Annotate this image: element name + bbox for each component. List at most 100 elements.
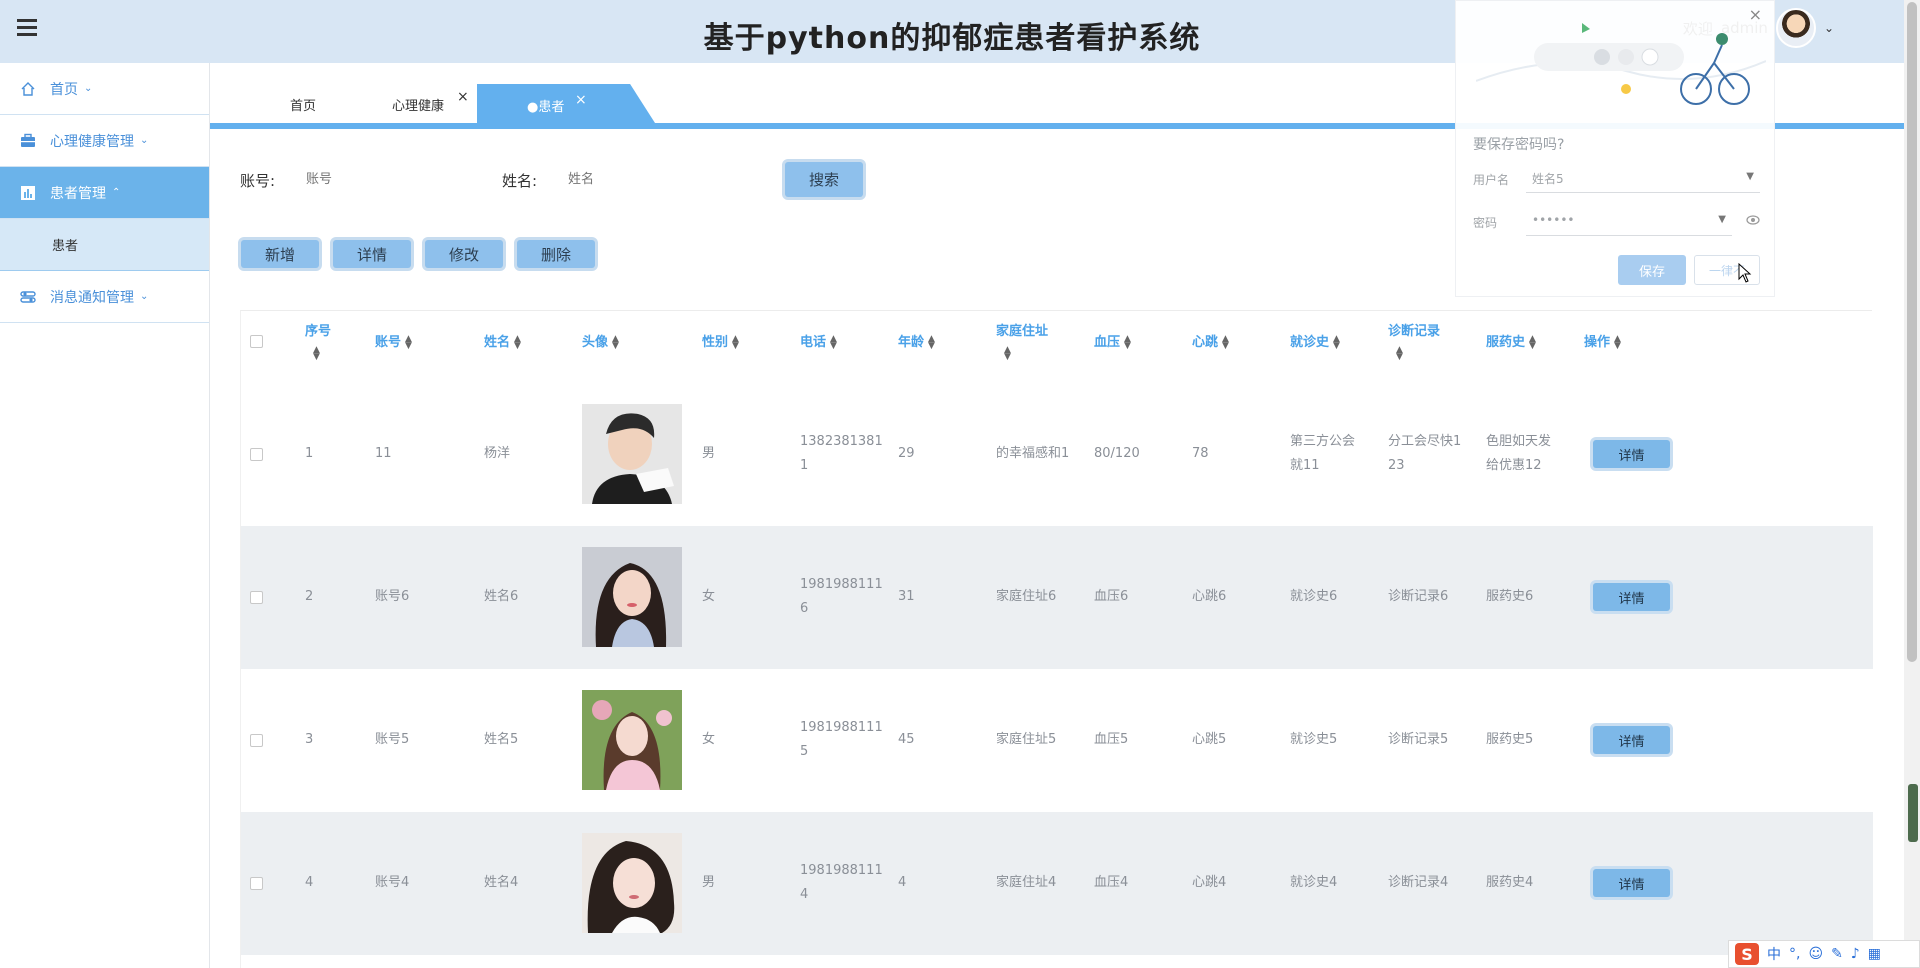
cell-index: 2: [305, 589, 314, 604]
row-detail-button[interactable]: 详情: [1593, 726, 1670, 754]
cell-text: 5: [800, 744, 809, 759]
sidebar-item-patient-management[interactable]: 患者管理 ⌃: [0, 167, 209, 219]
ime-mode-toggle[interactable]: 中: [1767, 944, 1781, 964]
sort-icon[interactable]: ▲ ▼: [1614, 334, 1621, 350]
sort-icon[interactable]: ▲ ▼: [928, 334, 935, 350]
emoji-icon[interactable]: ☺: [1808, 946, 1823, 962]
sidebar-item-mental-health[interactable]: 心理健康管理 ⌄: [0, 115, 209, 167]
avatar[interactable]: [1775, 8, 1816, 48]
sort-icon[interactable]: ▲ ▼: [1529, 334, 1536, 350]
column-header-medication[interactable]: 服药史 ▲ ▼: [1486, 332, 1536, 354]
add-button[interactable]: 新增: [241, 240, 319, 268]
dropdown-arrow-icon[interactable]: ▼: [1746, 171, 1754, 182]
eye-icon[interactable]: [1746, 215, 1760, 225]
search-button[interactable]: 搜索: [785, 162, 863, 197]
cell-age: 4: [898, 875, 907, 890]
row-checkbox[interactable]: [250, 877, 263, 890]
edit-button[interactable]: 修改: [425, 240, 503, 268]
sidebar-item-label: 心理健康管理: [50, 133, 134, 150]
table-row[interactable]: 3 账号5 姓名5 女 1981988111 5 45 家庭住址5 血压5 心跳5…: [241, 669, 1873, 812]
sogou-logo-icon[interactable]: S: [1735, 943, 1759, 965]
row-detail-button[interactable]: 详情: [1593, 869, 1670, 897]
column-header-diagnosis[interactable]: 诊断记录 ▲ ▼: [1388, 321, 1452, 365]
patient-photo: [582, 690, 682, 790]
row-detail-button[interactable]: 详情: [1593, 583, 1670, 611]
sort-icon[interactable]: ▲ ▼: [1124, 334, 1131, 350]
side-panel-handle[interactable]: [1908, 784, 1918, 842]
microphone-icon[interactable]: ♪: [1851, 946, 1860, 962]
sort-icon[interactable]: ▲ ▼: [405, 334, 412, 350]
scrollbar-thumb[interactable]: [1907, 2, 1917, 662]
sort-icon[interactable]: ▲ ▼: [1396, 345, 1403, 361]
column-header-label: 账号: [375, 335, 402, 350]
column-header-index[interactable]: 序号 ▲ ▼: [305, 321, 335, 365]
cell-address: 家庭住址5: [996, 732, 1057, 747]
account-label: 账号:: [240, 172, 276, 190]
delete-button[interactable]: 删除: [517, 240, 595, 268]
close-icon[interactable]: ×: [575, 92, 587, 108]
sort-icon[interactable]: ▲ ▼: [612, 334, 619, 350]
column-header-age[interactable]: 年龄 ▲ ▼: [898, 332, 935, 354]
cell-text: 1: [800, 458, 809, 473]
patient-table: 序号 ▲ ▼ 账号 ▲ ▼ 姓名 ▲ ▼ 头像 ▲ ▼ 性别 ▲ ▼ 电话 ▲ ▼ 年龄 ▲ ▼ 家庭住址 ▲…: [240, 310, 1873, 968]
row-checkbox[interactable]: [250, 448, 263, 461]
cell-heartbeat: 心跳6: [1192, 589, 1227, 604]
sort-icon[interactable]: ▲ ▼: [830, 334, 837, 350]
sidebar-subitem-patient[interactable]: 患者: [0, 219, 209, 271]
select-all-checkbox[interactable]: [250, 335, 263, 348]
table-row[interactable]: 2 账号6 姓名6 女 1981988111 6 31 家庭住址6 血压6 心跳6…: [241, 526, 1873, 669]
sort-icon[interactable]: ▲ ▼: [732, 334, 739, 350]
column-header-account[interactable]: 账号 ▲ ▼: [375, 332, 412, 354]
cell-gender: 女: [702, 732, 716, 747]
table-row[interactable]: 1 11 杨洋 男 1382381381 1 29 的幸福感和1 80/120 7…: [241, 383, 1873, 526]
column-header-label: 电话: [800, 335, 827, 350]
grid-menu-icon[interactable]: ▦: [1868, 946, 1881, 962]
chevron-down-icon: ⌄: [140, 291, 149, 302]
account-search-input[interactable]: [306, 167, 456, 191]
sidebar-item-notifications[interactable]: 消息通知管理 ⌄: [0, 271, 209, 323]
column-header-heartbeat[interactable]: 心跳 ▲ ▼: [1192, 332, 1229, 354]
sort-icon[interactable]: ▲ ▼: [313, 345, 320, 361]
column-header-name[interactable]: 姓名 ▲ ▼: [484, 332, 521, 354]
column-header-phone[interactable]: 电话 ▲ ▼: [800, 332, 837, 354]
sort-icon[interactable]: ▲ ▼: [1004, 345, 1011, 361]
punctuation-icon[interactable]: °,: [1789, 946, 1800, 962]
cell-text: 色胆如天发: [1486, 434, 1552, 449]
cell-text: 4: [800, 887, 809, 902]
pen-icon[interactable]: ✎: [1831, 946, 1843, 962]
tab-home[interactable]: 首页: [290, 95, 316, 114]
sort-icon[interactable]: ▲ ▼: [514, 334, 521, 350]
tab-mental-health[interactable]: 心理健康: [392, 95, 444, 114]
row-checkbox[interactable]: [250, 734, 263, 747]
column-header-photo[interactable]: 头像 ▲ ▼: [582, 332, 619, 354]
cell-index: 1: [305, 446, 314, 461]
tab-patient[interactable]: ●患者 ×: [477, 84, 655, 123]
column-header-blood-pressure[interactable]: 血压 ▲ ▼: [1094, 332, 1131, 354]
chevron-down-icon[interactable]: ⌄: [1824, 21, 1834, 35]
detail-button[interactable]: 详情: [333, 240, 411, 268]
save-password-button[interactable]: 保存: [1618, 255, 1686, 285]
ime-toolbar[interactable]: S 中 °, ☺ ✎ ♪ ▦: [1728, 940, 1920, 968]
column-header-label: 家庭住址: [996, 324, 1049, 339]
row-checkbox[interactable]: [250, 591, 263, 604]
dropdown-arrow-icon[interactable]: ▼: [1718, 214, 1726, 225]
row-detail-button[interactable]: 详情: [1593, 440, 1670, 468]
cell-address: 的幸福感和1: [996, 446, 1070, 461]
cell-name: 姓名4: [484, 875, 519, 890]
column-header-gender[interactable]: 性别 ▲ ▼: [702, 332, 739, 354]
column-header-visit-history[interactable]: 就诊史 ▲ ▼: [1290, 332, 1340, 354]
sort-icon[interactable]: ▲ ▼: [1333, 334, 1340, 350]
column-header-address[interactable]: 家庭住址 ▲ ▼: [996, 321, 1056, 365]
sort-icon[interactable]: ▲ ▼: [1222, 334, 1229, 350]
sidebar-item-home[interactable]: 首页 ⌄: [0, 63, 209, 115]
table-row[interactable]: 4 账号4 姓名4 男 1981988111 4 4 家庭住址4 血压4 心跳4 …: [241, 812, 1873, 955]
name-search-input[interactable]: [568, 167, 718, 191]
column-header-label: 姓名: [484, 335, 511, 350]
cell-text: 6: [800, 601, 809, 616]
password-field[interactable]: •••••• ▼: [1526, 206, 1732, 236]
column-header-label: 性别: [702, 335, 729, 350]
username-select[interactable]: 姓名5 ▼: [1526, 163, 1760, 193]
close-icon[interactable]: ×: [457, 89, 469, 105]
cell-address: 家庭住址6: [996, 589, 1057, 604]
cell-account: 账号6: [375, 589, 410, 604]
